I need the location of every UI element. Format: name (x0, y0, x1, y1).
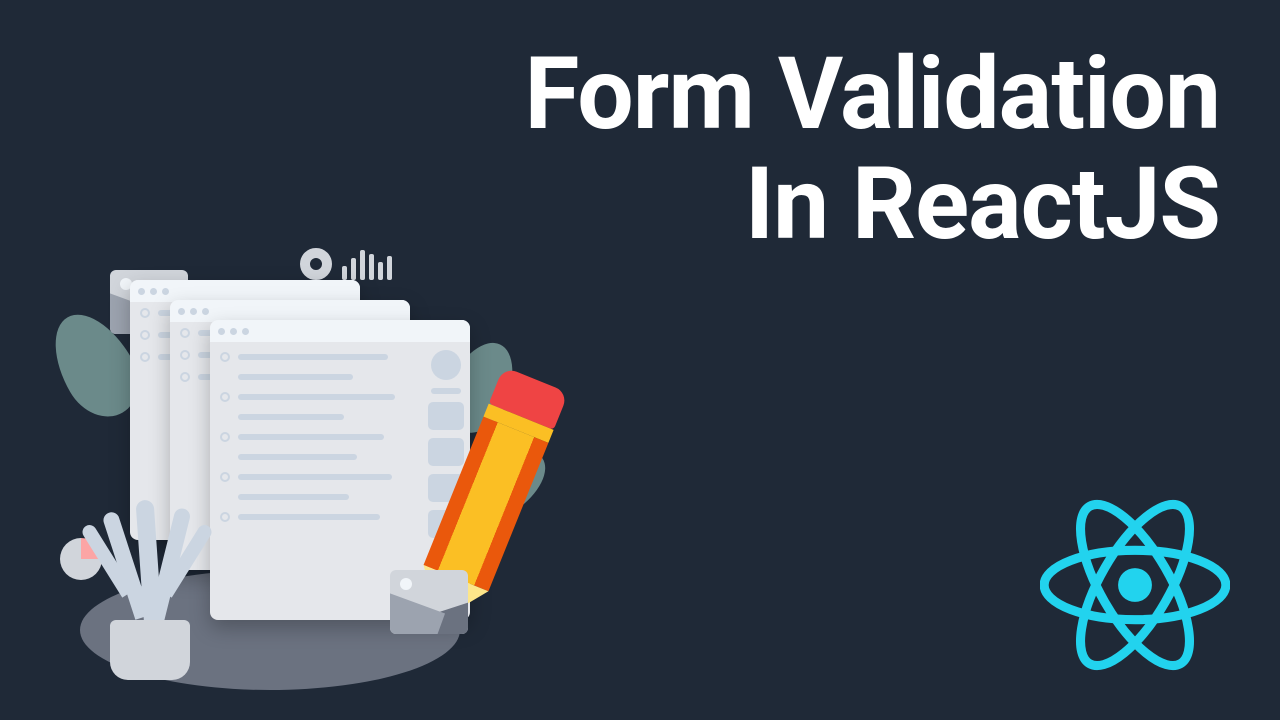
bar-chart-icon (342, 250, 392, 280)
title-line-1: Form Validation (524, 40, 1220, 150)
react-logo-icon (1040, 490, 1230, 680)
title-line-2: In ReactJS (524, 150, 1220, 260)
avatar-icon (431, 350, 461, 380)
hero-title: Form Validation In ReactJS (524, 40, 1220, 260)
plant-icon (90, 490, 210, 630)
donut-chart-icon (300, 248, 332, 280)
window-titlebar (210, 320, 470, 342)
thumbnail-icon (428, 402, 464, 430)
pot-icon (110, 620, 190, 680)
hero-illustration (20, 240, 560, 700)
image-card-icon (390, 570, 468, 634)
thumbnail-icon (428, 438, 464, 466)
